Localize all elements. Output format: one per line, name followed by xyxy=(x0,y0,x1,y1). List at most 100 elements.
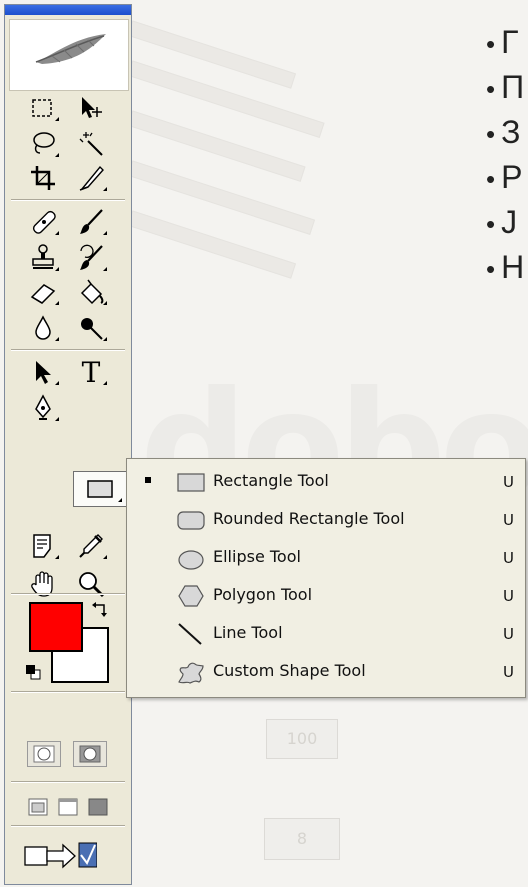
bullet-item: • Н xyxy=(486,249,525,285)
rectangle-shape-icon xyxy=(177,473,205,492)
type-icon: T xyxy=(81,355,101,389)
bullet-item: • J xyxy=(486,204,518,240)
quick-mask-button[interactable] xyxy=(73,741,107,767)
eyedropper-tool-button[interactable] xyxy=(71,529,111,563)
menu-item-label: Rounded Rectangle Tool xyxy=(213,509,405,528)
standard-screen-button[interactable] xyxy=(27,797,49,817)
brush-icon xyxy=(80,209,103,234)
default-colors-icon[interactable] xyxy=(25,664,41,680)
hand-tool-button[interactable] xyxy=(23,567,63,601)
crop-icon xyxy=(31,166,55,190)
menu-item-rounded-rectangle-tool[interactable]: Rounded Rectangle Tool U xyxy=(127,501,525,539)
pen-tool-button[interactable] xyxy=(23,391,63,425)
toolbox-separator xyxy=(11,691,125,693)
menu-item-custom-shape-tool[interactable]: Custom Shape Tool U xyxy=(127,653,525,691)
full-screen-button[interactable] xyxy=(87,797,109,817)
toolbox-panel: T xyxy=(4,4,132,885)
rounded-rectangle-icon xyxy=(177,511,205,530)
menu-item-polygon-tool[interactable]: Polygon Tool U xyxy=(127,577,525,615)
eraser-tool-button[interactable] xyxy=(23,275,63,309)
full-screen-menu-button[interactable] xyxy=(57,797,79,817)
menu-item-shortcut: U xyxy=(503,663,514,681)
toolbox-separator xyxy=(11,825,125,827)
bg-box: 100 xyxy=(266,719,338,759)
toolbox-separator xyxy=(11,781,125,783)
history-brush-icon xyxy=(80,244,103,270)
toolbox-logo[interactable] xyxy=(9,19,129,91)
selected-marker xyxy=(145,477,151,483)
brush-tool-button[interactable] xyxy=(71,205,111,239)
bandage-icon xyxy=(32,210,56,234)
menu-item-ellipse-tool[interactable]: Ellipse Tool U xyxy=(127,539,525,577)
toolbox-titlebar[interactable] xyxy=(5,5,131,15)
bullet-list: • Г • П • З • Р • J • Н xyxy=(486,20,524,290)
foreground-color-swatch[interactable] xyxy=(29,602,83,652)
bullet-item: • З xyxy=(486,114,521,150)
crop-tool-button[interactable] xyxy=(23,161,63,195)
menu-item-label: Ellipse Tool xyxy=(213,547,301,566)
menu-item-shortcut: U xyxy=(503,473,514,491)
jump-to-imageready-button[interactable] xyxy=(23,835,97,875)
toolbox-separator xyxy=(11,349,125,351)
swap-colors-icon[interactable] xyxy=(91,600,109,618)
jump-to-icon xyxy=(24,842,97,869)
pen-icon xyxy=(35,394,51,420)
slice-icon xyxy=(79,165,104,191)
bullet-item: • Р xyxy=(486,159,523,195)
zoom-tool-button[interactable] xyxy=(71,567,111,601)
menu-item-label: Custom Shape Tool xyxy=(213,661,366,680)
drop-icon xyxy=(35,315,51,340)
marquee-icon xyxy=(32,99,52,117)
move-tool-button[interactable] xyxy=(71,91,111,125)
standard-mode-button[interactable] xyxy=(27,741,61,767)
standard-screen-icon xyxy=(28,798,48,816)
notes-icon xyxy=(33,534,51,558)
ellipse-icon xyxy=(178,550,204,570)
menu-item-shortcut: U xyxy=(503,549,514,567)
slice-tool-button[interactable] xyxy=(71,161,111,195)
menu-item-shortcut: U xyxy=(503,625,514,643)
rectangle-icon xyxy=(87,480,113,498)
lasso-tool-button[interactable] xyxy=(23,127,63,161)
bg-box: 8 xyxy=(264,818,340,860)
healing-brush-tool-button[interactable] xyxy=(23,205,63,239)
toolbox-separator xyxy=(11,199,125,201)
toolbox-separator xyxy=(11,593,125,595)
paint-bucket-tool-button[interactable] xyxy=(71,275,111,309)
stamp-icon xyxy=(32,244,54,269)
menu-item-line-tool[interactable]: Line Tool U xyxy=(127,615,525,653)
eraser-icon xyxy=(30,284,56,304)
custom-shape-icon xyxy=(178,662,204,684)
standard-mode-icon xyxy=(33,745,55,763)
eyedropper-icon xyxy=(79,534,103,558)
move-icon xyxy=(82,97,102,118)
clone-stamp-tool-button[interactable] xyxy=(23,241,63,275)
dodge-tool-button[interactable] xyxy=(71,311,111,345)
history-brush-tool-button[interactable] xyxy=(71,241,111,275)
marquee-tool-button[interactable] xyxy=(23,91,63,125)
menu-item-shortcut: U xyxy=(503,587,514,605)
dodge-icon xyxy=(81,318,103,340)
full-screen-icon xyxy=(88,798,108,816)
path-selection-tool-button[interactable] xyxy=(23,355,63,389)
feather-icon xyxy=(35,34,106,64)
magic-wand-tool-button[interactable] xyxy=(71,127,111,161)
menu-item-rectangle-tool[interactable]: Rectangle Tool U xyxy=(127,463,525,501)
type-tool-button[interactable]: T xyxy=(71,355,111,389)
arrow-icon xyxy=(36,361,51,384)
blur-tool-button[interactable] xyxy=(23,311,63,345)
line-icon xyxy=(178,623,202,645)
polygon-icon xyxy=(178,585,204,607)
magic-wand-icon xyxy=(79,132,103,156)
shape-tool-button[interactable] xyxy=(73,471,127,507)
menu-item-label: Rectangle Tool xyxy=(213,471,329,490)
lasso-icon xyxy=(33,132,55,154)
bucket-icon xyxy=(80,279,104,305)
menu-item-shortcut: U xyxy=(503,511,514,529)
bullet-item: • Г xyxy=(486,24,519,60)
shape-tools-flyout-menu: Rectangle Tool U Rounded Rectangle Tool … xyxy=(126,458,526,698)
notes-tool-button[interactable] xyxy=(23,529,63,563)
menu-item-label: Line Tool xyxy=(213,623,283,642)
full-screen-menu-icon xyxy=(58,798,78,816)
bullet-item: • П xyxy=(486,69,525,105)
